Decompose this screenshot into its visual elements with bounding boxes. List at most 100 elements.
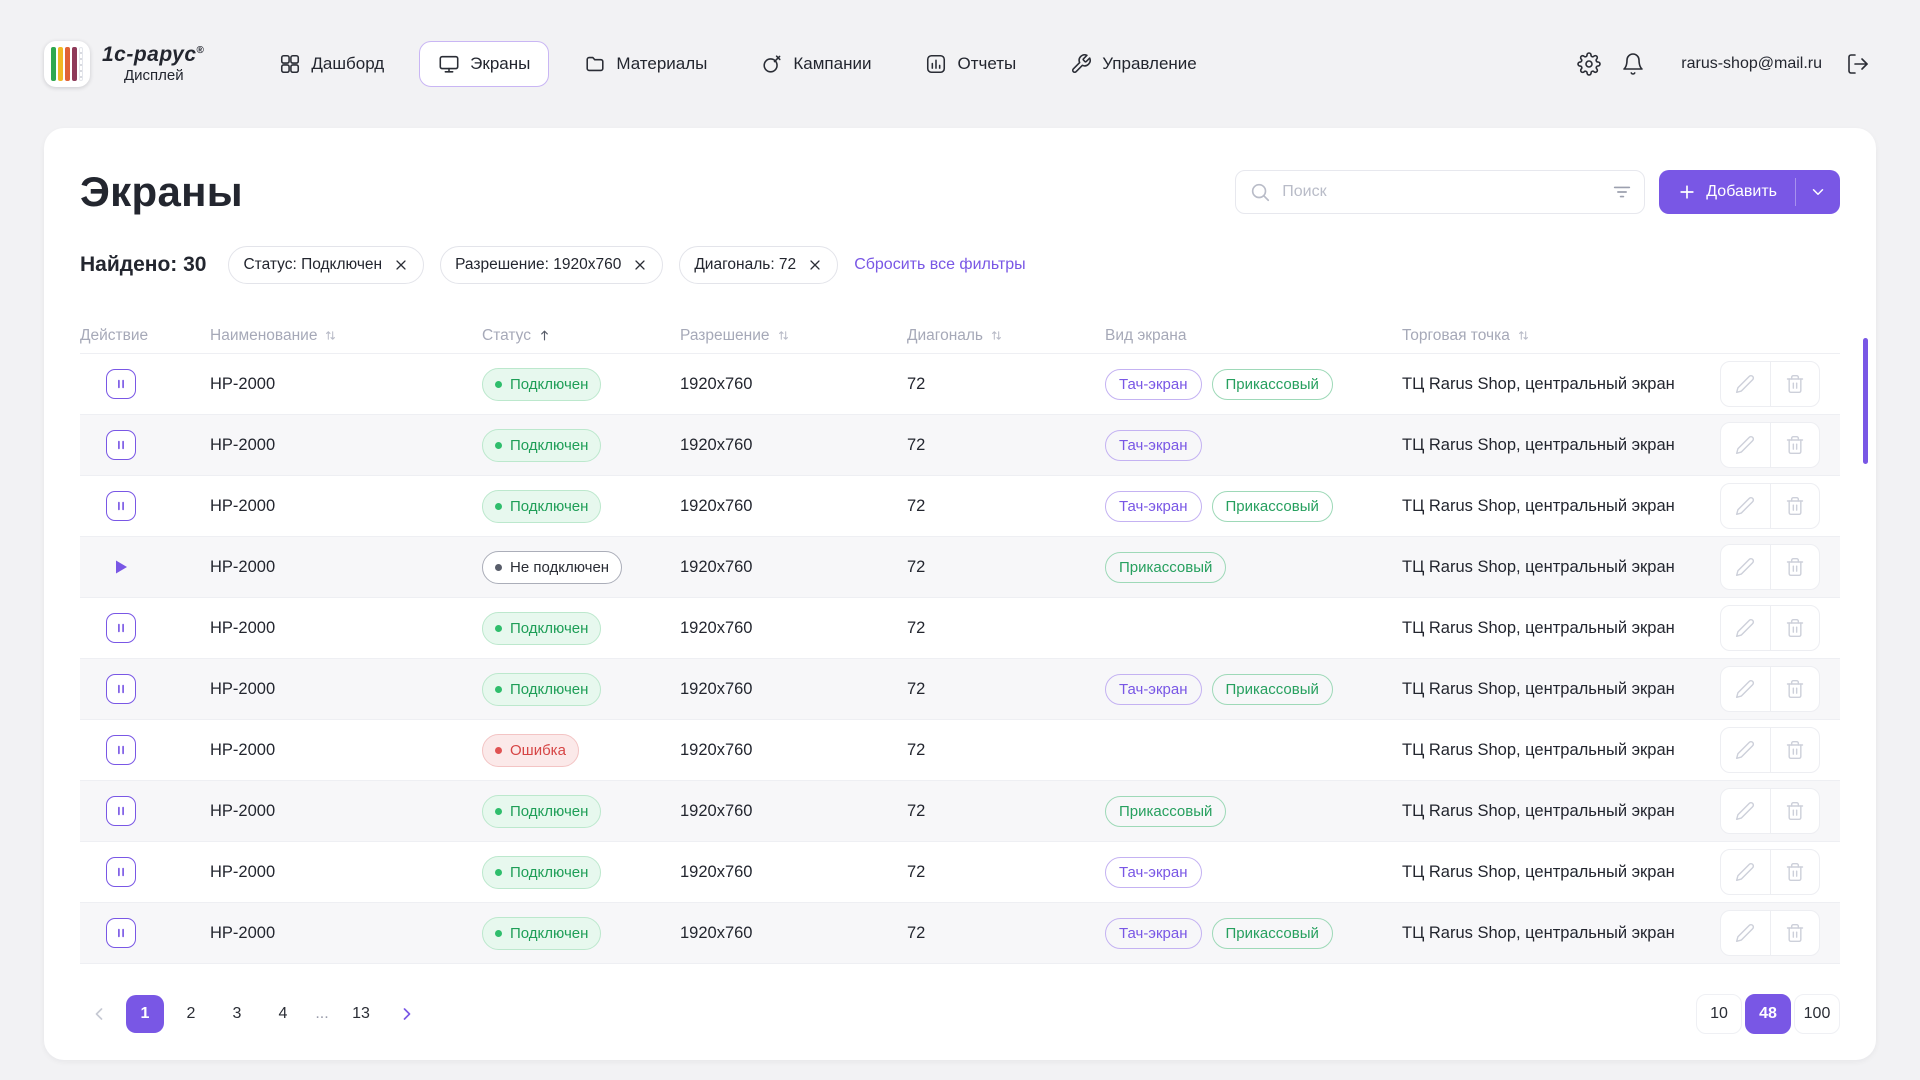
search-input[interactable] <box>1235 170 1645 214</box>
brand-mark: ® <box>197 45 205 56</box>
delete-icon <box>1785 679 1805 699</box>
search-icon <box>1249 181 1271 208</box>
filter-button[interactable] <box>1607 177 1637 207</box>
add-button[interactable]: Добавить <box>1659 170 1795 214</box>
nav-item-materials[interactable]: Материалы <box>565 41 726 87</box>
table-row: HP-2000Подключен1920х76072Тач-экранПрика… <box>80 476 1840 537</box>
add-dropdown-button[interactable] <box>1796 170 1840 214</box>
delete-button[interactable] <box>1771 423 1820 467</box>
edit-button[interactable] <box>1721 545 1770 589</box>
screen-name: HP-2000 <box>210 741 482 760</box>
screen-name: HP-2000 <box>210 680 482 699</box>
column-header-diagonal[interactable]: Диагональ <box>907 327 1105 345</box>
brand: 1с-рарус® Дисплей <box>44 41 204 87</box>
remove-filter-button[interactable] <box>632 257 648 273</box>
nav-item-campaigns[interactable]: Кампании <box>742 41 890 87</box>
resolution-value: 1920х760 <box>680 558 907 577</box>
column-header-status[interactable]: Статус <box>482 327 680 345</box>
topbar: 1с-рарус® Дисплей Дашборд Экраны Материа… <box>0 0 1920 128</box>
edit-button[interactable] <box>1721 728 1770 772</box>
diagonal-value: 72 <box>907 619 1105 638</box>
diagonal-value: 72 <box>907 741 1105 760</box>
nav-item-label: Управление <box>1102 54 1197 74</box>
pause-button[interactable] <box>106 918 136 948</box>
page-button[interactable]: 1 <box>126 995 164 1033</box>
page-button[interactable]: 4 <box>264 995 302 1033</box>
edit-button[interactable] <box>1721 911 1770 955</box>
remove-filter-button[interactable] <box>807 257 823 273</box>
page-size-button[interactable]: 10 <box>1696 994 1742 1034</box>
scrollbar-thumb[interactable] <box>1863 338 1868 464</box>
delete-icon <box>1785 557 1805 577</box>
diagonal-value: 72 <box>907 375 1105 394</box>
chevron-left-icon <box>89 1004 109 1024</box>
resolution-value: 1920х760 <box>680 924 907 943</box>
pause-icon <box>112 924 130 942</box>
pause-button[interactable] <box>106 735 136 765</box>
notifications-button[interactable] <box>1615 46 1651 82</box>
nav-item-management[interactable]: Управление <box>1051 41 1216 87</box>
page-button[interactable]: 13 <box>342 995 380 1033</box>
next-page-button[interactable] <box>388 995 426 1033</box>
page-size-button[interactable]: 100 <box>1794 994 1840 1034</box>
pause-icon <box>112 741 130 759</box>
settings-button[interactable] <box>1571 46 1607 82</box>
delete-button[interactable] <box>1771 850 1820 894</box>
row-actions <box>1720 483 1820 529</box>
table-row: HP-2000Подключен1920х76072Тач-экранПрика… <box>80 903 1840 964</box>
reset-filters-link[interactable]: Сбросить все фильтры <box>854 256 1025 274</box>
edit-button[interactable] <box>1721 667 1770 711</box>
pause-button[interactable] <box>106 613 136 643</box>
location-value: ТЦ Rarus Shop, центральный экран <box>1402 375 1720 394</box>
pause-button[interactable] <box>106 796 136 826</box>
pause-button[interactable] <box>106 491 136 521</box>
page-size-button[interactable]: 48 <box>1745 994 1791 1034</box>
screen-type-badge: Прикассовый <box>1105 796 1226 827</box>
status-badge: Ошибка <box>482 734 579 767</box>
column-header-name[interactable]: Наименование <box>210 327 482 345</box>
edit-button[interactable] <box>1721 789 1770 833</box>
table-row: HP-2000Ошибка1920х76072ТЦ Rarus Shop, це… <box>80 720 1840 781</box>
remove-filter-button[interactable] <box>393 257 409 273</box>
pause-button[interactable] <box>106 430 136 460</box>
pause-button[interactable] <box>106 857 136 887</box>
table-row: HP-2000Подключен1920х76072ТЦ Rarus Shop,… <box>80 598 1840 659</box>
resolution-value: 1920х760 <box>680 802 907 821</box>
main-nav: Дашборд Экраны Материалы Кампании Отчеты… <box>260 41 1215 87</box>
delete-button[interactable] <box>1771 484 1820 528</box>
delete-button[interactable] <box>1771 545 1820 589</box>
screen-name: HP-2000 <box>210 558 482 577</box>
column-header-location[interactable]: Торговая точка <box>1402 327 1720 345</box>
edit-icon <box>1735 679 1755 699</box>
edit-button[interactable] <box>1721 484 1770 528</box>
play-button[interactable] <box>106 552 136 582</box>
row-actions <box>1720 361 1820 407</box>
delete-button[interactable] <box>1771 362 1820 406</box>
delete-button[interactable] <box>1771 911 1820 955</box>
delete-button[interactable] <box>1771 789 1820 833</box>
edit-button[interactable] <box>1721 362 1770 406</box>
screens-page-card: Экраны Добавить Найдено: 30 Статус: Подк… <box>44 128 1876 1060</box>
delete-button[interactable] <box>1771 606 1820 650</box>
nav-item-screens[interactable]: Экраны <box>419 41 549 87</box>
brand-name: 1с-рарус® <box>102 43 204 66</box>
edit-button[interactable] <box>1721 423 1770 467</box>
column-header-resolution[interactable]: Разрешение <box>680 327 907 345</box>
pagination-ellipsis: ... <box>310 1005 334 1023</box>
pause-button[interactable] <box>106 674 136 704</box>
edit-button[interactable] <box>1721 850 1770 894</box>
screen-name: HP-2000 <box>210 802 482 821</box>
delete-button[interactable] <box>1771 667 1820 711</box>
pause-icon <box>112 802 130 820</box>
logout-button[interactable] <box>1840 46 1876 82</box>
edit-button[interactable] <box>1721 606 1770 650</box>
page-button[interactable]: 3 <box>218 995 256 1033</box>
nav-item-reports[interactable]: Отчеты <box>906 41 1035 87</box>
prev-page-button[interactable] <box>80 995 118 1033</box>
delete-icon <box>1785 374 1805 394</box>
close-icon <box>632 257 648 273</box>
page-button[interactable]: 2 <box>172 995 210 1033</box>
delete-button[interactable] <box>1771 728 1820 772</box>
pause-button[interactable] <box>106 369 136 399</box>
nav-item-dashboard[interactable]: Дашборд <box>260 41 403 87</box>
